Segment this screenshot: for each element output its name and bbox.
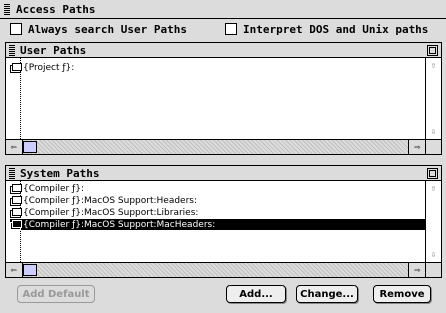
left-arrow-icon[interactable]: ⇦ bbox=[7, 264, 20, 276]
scroll-track[interactable] bbox=[22, 263, 409, 277]
panel-drag-handle[interactable] bbox=[9, 168, 15, 179]
always-search-label: Always search User Paths bbox=[28, 22, 187, 36]
panel-drag-handle[interactable] bbox=[9, 45, 15, 56]
system-paths-title: System Paths bbox=[20, 167, 100, 180]
folder-icon bbox=[10, 208, 22, 218]
list-item-selected[interactable]: {Compiler ƒ}:MacOS Support:MacHeaders: bbox=[10, 219, 425, 230]
system-paths-panel: System Paths {Compiler ƒ}: {Compiler ƒ}:… bbox=[5, 165, 442, 278]
list-item[interactable]: {Compiler ƒ}:MacOS Support:Libraries: bbox=[10, 207, 425, 218]
user-paths-title: User Paths bbox=[20, 44, 87, 57]
scroll-thumb[interactable] bbox=[23, 264, 37, 276]
resize-corner[interactable] bbox=[425, 139, 441, 154]
user-paths-panel: User Paths {Project ƒ}: ⇧ ⇩ ⇦ ⇨ bbox=[5, 42, 442, 155]
zoom-box-icon[interactable] bbox=[427, 168, 438, 179]
zoom-box-icon[interactable] bbox=[427, 45, 438, 56]
window-title: Access Paths bbox=[16, 3, 96, 16]
vertical-scrollbar[interactable]: ⇧ ⇩ bbox=[425, 58, 441, 139]
user-paths-list[interactable]: {Project ƒ}: bbox=[6, 58, 425, 139]
path-label: {Project ƒ}: bbox=[23, 62, 75, 73]
down-arrow-icon[interactable]: ⇩ bbox=[427, 248, 440, 261]
path-label: {Compiler ƒ}:MacOS Support:Headers: bbox=[23, 195, 198, 206]
drag-handle[interactable] bbox=[4, 4, 10, 15]
left-arrow-icon[interactable]: ⇦ bbox=[7, 141, 20, 153]
checkbox-box[interactable] bbox=[10, 23, 22, 35]
resize-corner[interactable] bbox=[425, 262, 441, 277]
right-arrow-icon[interactable]: ⇨ bbox=[411, 264, 424, 276]
vertical-scrollbar[interactable]: ⇧ ⇩ bbox=[425, 181, 441, 262]
user-paths-header: User Paths bbox=[6, 43, 441, 58]
list-item[interactable]: {Compiler ƒ}: bbox=[10, 183, 425, 194]
path-label: {Compiler ƒ}: bbox=[23, 183, 85, 194]
horizontal-scrollbar[interactable]: ⇦ ⇨ bbox=[6, 262, 425, 277]
folder-icon bbox=[10, 220, 22, 230]
scroll-track[interactable] bbox=[22, 140, 409, 154]
up-arrow-icon[interactable]: ⇧ bbox=[427, 182, 440, 195]
system-paths-header: System Paths bbox=[6, 166, 441, 181]
remove-button[interactable]: Remove bbox=[373, 285, 431, 303]
folder-icon bbox=[10, 184, 22, 194]
path-label: {Compiler ƒ}:MacOS Support:MacHeaders: bbox=[23, 219, 216, 230]
up-arrow-icon[interactable]: ⇧ bbox=[427, 59, 440, 72]
checkbox-box[interactable] bbox=[225, 23, 237, 35]
change-button[interactable]: Change... bbox=[296, 285, 358, 303]
title-bar[interactable]: Access Paths bbox=[0, 0, 446, 19]
right-arrow-icon[interactable]: ⇨ bbox=[411, 141, 424, 153]
folder-icon bbox=[10, 196, 22, 206]
scroll-thumb[interactable] bbox=[23, 141, 37, 153]
folder-icon bbox=[10, 63, 22, 73]
add-default-button[interactable]: Add Default bbox=[17, 285, 95, 303]
interpret-paths-label: Interpret DOS and Unix paths bbox=[243, 22, 429, 36]
down-arrow-icon[interactable]: ⇩ bbox=[427, 125, 440, 138]
list-item[interactable]: {Compiler ƒ}:MacOS Support:Headers: bbox=[10, 195, 425, 206]
list-item[interactable]: {Project ƒ}: bbox=[10, 62, 425, 73]
always-search-checkbox[interactable]: Always search User Paths bbox=[10, 22, 187, 36]
system-paths-list[interactable]: {Compiler ƒ}: {Compiler ƒ}:MacOS Support… bbox=[6, 181, 425, 262]
add-button[interactable]: Add... bbox=[226, 285, 286, 303]
horizontal-scrollbar[interactable]: ⇦ ⇨ bbox=[6, 139, 425, 154]
interpret-paths-checkbox[interactable]: Interpret DOS and Unix paths bbox=[225, 22, 428, 36]
path-label: {Compiler ƒ}:MacOS Support:Libraries: bbox=[23, 207, 199, 218]
